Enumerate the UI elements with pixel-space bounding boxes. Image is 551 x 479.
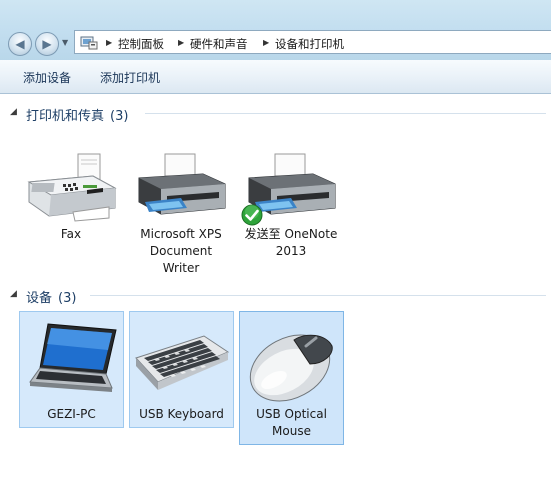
collapse-triangle-icon[interactable]: ◢ (10, 107, 17, 117)
breadcrumb-separator-icon[interactable]: ▶ (263, 38, 269, 47)
command-bar: 添加设备 添加打印机 (0, 60, 551, 94)
forward-button[interactable]: ▶ (35, 32, 59, 56)
add-printer-button[interactable]: 添加打印机 (100, 69, 160, 86)
address-bar[interactable]: ▶ 控制面板 ▶ 硬件和声音 ▶ 设备和打印机 (74, 30, 551, 54)
recent-pages-dropdown[interactable]: ▼ (62, 38, 68, 47)
breadcrumb-separator-icon[interactable]: ▶ (106, 38, 112, 47)
group-divider (145, 113, 546, 114)
device-label: GEZI-PC (47, 407, 96, 421)
devices-group-header[interactable]: ◢ 设备 (3) (0, 285, 551, 307)
group-title: 打印机和传真 (3) (26, 109, 129, 124)
device-item-mouse[interactable]: USB Optical Mouse (239, 311, 344, 445)
control-panel-icon (80, 36, 98, 50)
device-item-onenote-printer[interactable]: 发送至 OneNote 2013 (239, 148, 343, 260)
device-item-computer[interactable]: GEZI-PC (19, 311, 124, 428)
mouse-icon (249, 334, 333, 402)
device-label: Microsoft XPS Document Writer (140, 227, 222, 275)
device-item-keyboard[interactable]: USB Keyboard (129, 311, 234, 428)
check-badge-icon (241, 204, 263, 226)
address-toolbar: ◀ ▶ ▼ ▶ 控制面板 ▶ 硬件和声音 ▶ 设备和打印机 (0, 0, 551, 60)
device-label: Fax (60, 227, 82, 241)
device-label: USB Keyboard (139, 407, 224, 421)
add-device-button[interactable]: 添加设备 (23, 69, 71, 86)
device-item-fax[interactable]: Fax (19, 148, 123, 248)
collapse-triangle-icon[interactable]: ◢ (10, 289, 17, 299)
breadcrumb-separator-icon[interactable]: ▶ (178, 38, 184, 47)
breadcrumb-devices-printers[interactable]: 设备和打印机 (275, 36, 344, 52)
device-label: USB Optical Mouse (256, 407, 327, 438)
breadcrumb-hardware-sound[interactable]: 硬件和声音 (190, 36, 248, 52)
arrow-left-icon: ◀ (15, 37, 25, 51)
back-button[interactable]: ◀ (8, 32, 32, 56)
device-item-xps-writer[interactable]: Microsoft XPS Document Writer (129, 148, 233, 278)
laptop-icon (29, 323, 117, 392)
printers-group-header[interactable]: ◢ 打印机和传真 (3) (0, 103, 551, 125)
printer-icon (138, 153, 226, 215)
device-label: 发送至 OneNote 2013 (244, 227, 338, 258)
fax-machine-icon (27, 153, 117, 222)
group-title: 设备 (3) (26, 291, 77, 306)
group-divider (90, 295, 546, 296)
arrow-right-icon: ▶ (42, 37, 52, 51)
breadcrumb-control-panel[interactable]: 控制面板 (118, 36, 164, 52)
keyboard-icon (135, 335, 230, 390)
